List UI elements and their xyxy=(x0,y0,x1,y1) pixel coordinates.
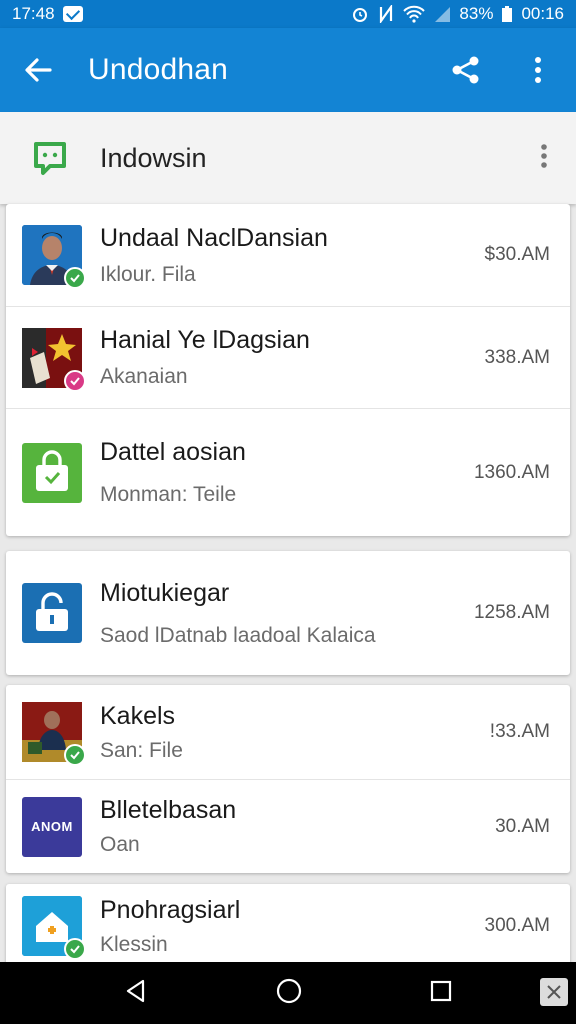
list-item[interactable]: Pnohragsiarl Klessin 300.AM xyxy=(6,884,570,968)
list-item[interactable]: Miotukiegar Saod lDatnab laadoal Kalaica… xyxy=(6,551,570,675)
red-star-poster-thumbnail xyxy=(22,327,86,392)
list-card: Kakels San: File !33.AM ANOM Blletelbasa… xyxy=(6,685,570,873)
more-vert-icon xyxy=(541,143,547,168)
lock-icon xyxy=(36,592,68,631)
item-name: Miotukiegar xyxy=(100,578,230,607)
item-name: Dattel aosian xyxy=(100,438,246,466)
arrow-back-icon xyxy=(25,58,52,82)
item-name: Hanial Ye lDagsian xyxy=(100,326,310,354)
share-icon xyxy=(452,56,479,84)
chat-bubble-icon xyxy=(34,142,66,175)
item-time: 30.AM xyxy=(495,815,550,837)
item-time: 338.AM xyxy=(484,346,550,368)
nav-back-button[interactable] xyxy=(123,978,149,1009)
list-item[interactable]: Hanial Ye lDagsian Akanaian 338.AM xyxy=(6,306,570,408)
portrait-man-suit-thumbnail xyxy=(22,225,86,289)
wifi-icon xyxy=(403,5,426,23)
section-title: Indowsin xyxy=(100,142,207,173)
home-plus-thumbnail xyxy=(22,896,86,960)
section-more-button[interactable] xyxy=(540,143,548,174)
blue-lock-thumbnail xyxy=(22,583,82,643)
verified-check-icon xyxy=(64,938,86,960)
section-header[interactable]: Indowsin xyxy=(0,112,576,204)
app-title: Undodhan xyxy=(88,53,229,86)
item-time: 300.AM xyxy=(484,915,550,936)
battery-icon xyxy=(502,6,513,22)
green-bag-thumbnail xyxy=(22,442,82,503)
nav-home-button[interactable] xyxy=(275,977,303,1010)
list-item[interactable]: Kakels San: File !33.AM xyxy=(6,685,570,779)
share-button[interactable] xyxy=(444,48,488,92)
circle-home-icon xyxy=(276,978,302,1003)
alarm-icon xyxy=(353,8,368,22)
verified-check-icon xyxy=(64,744,86,766)
verified-check-icon xyxy=(64,369,86,392)
list-item[interactable]: ANOM Blletelbasan Oan 30.AM xyxy=(6,779,570,873)
item-name: Undaal NaclDansian xyxy=(100,223,328,252)
keyboard-icon xyxy=(547,985,561,999)
nfc-icon xyxy=(380,5,393,23)
system-nav-bar xyxy=(0,962,576,1024)
man-podium-thumbnail xyxy=(22,702,86,766)
item-name: Kakels xyxy=(100,701,176,730)
status-bar: 17:48 83% 00:16 xyxy=(0,0,576,28)
battery-percent: 83% xyxy=(459,4,494,23)
item-time: $30.AM xyxy=(484,244,550,265)
overflow-menu-button[interactable] xyxy=(516,48,560,92)
keyboard-switch-button[interactable] xyxy=(540,978,568,1006)
list-item[interactable]: Undaal NaclDansian Iklour. Fila $30.AM xyxy=(6,204,570,306)
item-subtitle: Monman: Teile xyxy=(100,483,237,506)
list-item[interactable]: Dattel aosian Monman: Teile 1360.AM xyxy=(6,408,570,536)
back-button[interactable] xyxy=(16,48,60,92)
signal-icon xyxy=(435,7,451,22)
item-subtitle: Iklour. Fila xyxy=(100,262,196,286)
item-subtitle: Saod lDatnab laadoal Kalaica xyxy=(100,623,376,647)
more-vert-icon xyxy=(535,57,541,83)
shopping-bag-icon xyxy=(36,449,68,491)
triangle-back-icon xyxy=(126,979,145,1002)
square-recents-icon xyxy=(430,980,452,1001)
item-time: 1258.AM xyxy=(473,602,550,623)
anom-logo-text: ANOM xyxy=(31,819,73,834)
item-time: !33.AM xyxy=(489,721,550,742)
item-subtitle: Klessin xyxy=(100,932,168,956)
item-subtitle: San: File xyxy=(100,738,183,762)
item-time: 1360.AM xyxy=(473,461,550,483)
list-card: Miotukiegar Saod lDatnab laadoal Kalaica… xyxy=(6,551,570,675)
app-bar: Undodhan xyxy=(0,28,576,112)
item-name: Blletelbasan xyxy=(100,796,237,824)
message-icon xyxy=(62,6,83,22)
status-clock: 00:16 xyxy=(521,4,564,23)
anom-logo-thumbnail: ANOM xyxy=(22,796,82,857)
item-name: Pnohragsiarl xyxy=(100,895,241,924)
nav-recents-button[interactable] xyxy=(429,979,453,1008)
list-card: Undaal NaclDansian Iklour. Fila $30.AM H… xyxy=(6,204,570,536)
item-subtitle: Akanaian xyxy=(100,365,188,388)
verified-check-icon xyxy=(64,267,86,289)
status-time: 17:48 xyxy=(12,4,55,23)
item-subtitle: Oan xyxy=(100,833,140,856)
